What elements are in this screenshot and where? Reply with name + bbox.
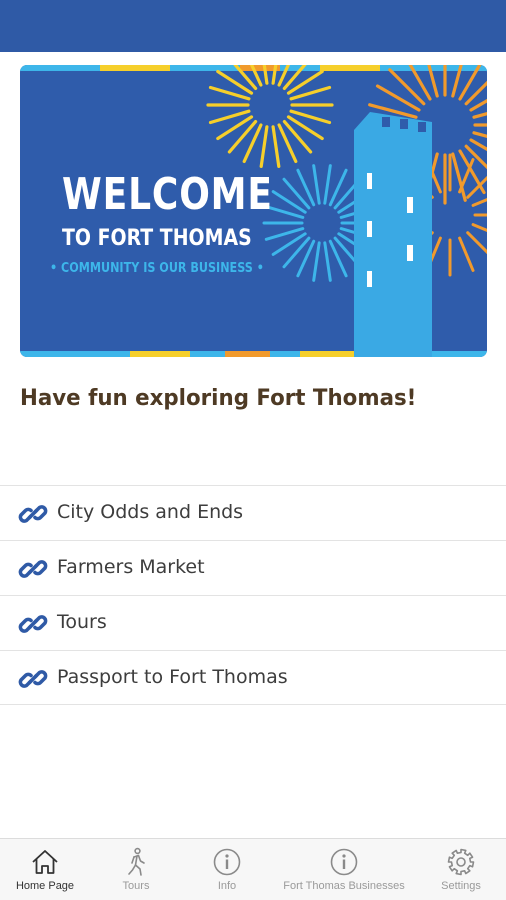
link-icon: [18, 505, 48, 523]
link-label: Tours: [57, 611, 107, 633]
home-icon: [32, 850, 58, 874]
info-icon: [330, 848, 358, 876]
link-item-city-odds-and-ends[interactable]: City Odds and Ends: [0, 485, 506, 540]
link-label: Farmers Market: [57, 556, 205, 578]
tab-fort-thomas-businesses[interactable]: Fort Thomas Businesses: [272, 839, 416, 900]
banner-subtitle: TO FORT THOMAS: [62, 226, 252, 251]
welcome-banner: WELCOME TO FORT THOMAS • COMMUNITY IS OU…: [20, 65, 487, 357]
link-item-farmers-market[interactable]: Farmers Market: [0, 540, 506, 595]
tower-illustration: [354, 112, 432, 357]
info-icon: [213, 848, 241, 876]
tab-info[interactable]: Info: [182, 839, 272, 900]
banner-title: WELCOME: [62, 169, 273, 220]
link-icon: [18, 560, 48, 578]
tab-label: Home Page: [15, 880, 75, 892]
page-headline: Have fun exploring Fort Thomas!: [20, 386, 417, 411]
banner-tagline: • COMMUNITY IS OUR BUSINESS •: [50, 261, 264, 276]
walking-icon: [128, 847, 145, 876]
tab-label: Tours: [122, 880, 150, 892]
tab-label: Fort Thomas Businesses: [283, 880, 405, 892]
app-header-bar: [0, 0, 506, 52]
link-item-passport[interactable]: Passport to Fort Thomas: [0, 650, 506, 705]
link-list: City Odds and Ends Farmers Market Tours: [0, 485, 506, 705]
link-label: City Odds and Ends: [57, 501, 244, 523]
tab-tours[interactable]: Tours: [90, 839, 182, 900]
link-icon: [18, 670, 48, 688]
gear-icon: [447, 848, 475, 876]
tab-label: Info: [217, 880, 237, 892]
link-item-tours[interactable]: Tours: [0, 595, 506, 650]
tab-settings[interactable]: Settings: [416, 839, 506, 900]
link-icon: [18, 615, 48, 633]
tab-home-page[interactable]: Home Page: [0, 839, 90, 900]
tab-label: Settings: [441, 880, 481, 892]
link-label: Passport to Fort Thomas: [57, 666, 288, 688]
bottom-tab-bar: Home Page Tours Info Fort Thomas Busines…: [0, 838, 506, 900]
